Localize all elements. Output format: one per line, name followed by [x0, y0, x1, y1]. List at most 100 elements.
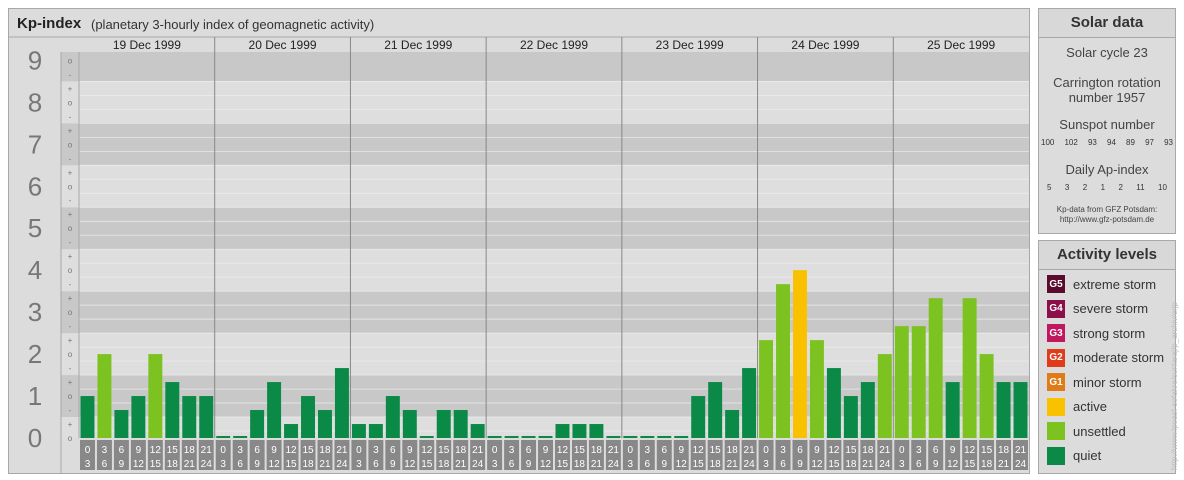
- level-label: moderate storm: [1073, 350, 1165, 365]
- interval-start-label: 12: [964, 445, 976, 456]
- interval-end-label: 6: [645, 459, 651, 470]
- interval-end-label: 6: [373, 459, 379, 470]
- day-label: 23 Dec 1999: [656, 38, 724, 52]
- interval-start-label: 18: [184, 445, 196, 456]
- kp-bar: [385, 396, 400, 438]
- y-minor-label: -: [69, 70, 72, 79]
- kp-bar: [267, 382, 282, 438]
- kp-bar: [334, 368, 349, 438]
- y-minor-label: +: [68, 84, 73, 93]
- y-minor-label: -: [69, 154, 72, 163]
- y-tick-label: 4: [28, 255, 42, 285]
- interval-start-label: 18: [727, 445, 739, 456]
- interval-end-label: 18: [981, 459, 993, 470]
- day-label: 19 Dec 1999: [113, 38, 181, 52]
- interval-end-label: 3: [220, 459, 226, 470]
- interval-end-label: 3: [492, 459, 498, 470]
- y-minor-label: -: [69, 280, 72, 289]
- interval-end-label: 24: [472, 459, 484, 470]
- kp-bar: [284, 424, 299, 438]
- kp-band: [61, 249, 1029, 292]
- interval-start-label: 15: [302, 445, 314, 456]
- ap-value: 2: [1118, 183, 1123, 192]
- interval-end-label: 24: [336, 459, 348, 470]
- interval-start-label: 21: [744, 445, 756, 456]
- interval-end-label: 3: [628, 459, 634, 470]
- y-minor-label: o: [68, 98, 73, 107]
- interval-start-label: 12: [828, 445, 840, 456]
- kp-bar: [742, 368, 757, 438]
- y-minor-label: +: [68, 168, 73, 177]
- interval-start-label: 12: [693, 445, 705, 456]
- kp-bar: [809, 340, 824, 438]
- kp-bar: [996, 382, 1011, 438]
- kp-bar: [877, 354, 892, 438]
- y-minor-label: -: [69, 196, 72, 205]
- interval-end-label: 15: [421, 459, 433, 470]
- interval-start-label: 18: [591, 445, 603, 456]
- day-label: 20 Dec 1999: [249, 38, 317, 52]
- interval-start-label: 6: [254, 445, 260, 456]
- kp-bar: [674, 436, 689, 438]
- level-label: unsettled: [1073, 423, 1126, 439]
- ap-value: 3: [1064, 183, 1070, 192]
- y-minor-label: +: [68, 378, 73, 387]
- source-line-2: http://www.gfz-potsdam.de: [1059, 215, 1155, 224]
- interval-end-label: 21: [319, 459, 331, 470]
- sunspot-value: 93: [1164, 138, 1173, 147]
- kp-bar: [657, 436, 672, 438]
- level-swatch: G1: [1047, 373, 1065, 391]
- kp-bar: [894, 326, 909, 438]
- interval-end-label: 12: [947, 459, 959, 470]
- activity-level-quiet: quiet: [1047, 446, 1101, 465]
- level-swatch: G2: [1047, 348, 1065, 367]
- interval-start-label: 3: [237, 445, 243, 456]
- interval-end-label: 21: [862, 459, 874, 470]
- kp-bar: [843, 396, 858, 438]
- activity-level-unsettled: unsettled: [1047, 422, 1126, 440]
- interval-end-label: 9: [119, 459, 125, 470]
- y-minor-label: +: [68, 336, 73, 345]
- y-tick-label: 2: [28, 339, 42, 369]
- interval-end-label: 12: [404, 459, 416, 470]
- interval-end-label: 9: [254, 459, 260, 470]
- interval-end-label: 3: [85, 459, 91, 470]
- sunspot-value: 94: [1107, 138, 1116, 147]
- y-minor-label: -: [69, 406, 72, 415]
- activity-level-strong-storm: G3 strong storm: [1047, 324, 1145, 342]
- kp-band: [61, 81, 1029, 124]
- ap-title: Daily Ap-index: [1065, 162, 1149, 177]
- interval-start-label: 3: [102, 445, 108, 456]
- y-tick-label: 3: [28, 297, 42, 327]
- interval-end-label: 21: [455, 459, 467, 470]
- kp-chart-panel: Kp-index (planetary 3-hourly index of ge…: [8, 8, 1030, 474]
- level-swatch: G5: [1047, 275, 1065, 293]
- level-swatch: G3: [1047, 324, 1065, 342]
- interval-start-label: 15: [438, 445, 450, 456]
- interval-end-label: 6: [237, 459, 243, 470]
- interval-start-label: 0: [763, 445, 769, 456]
- interval-start-label: 0: [356, 445, 362, 456]
- kp-bar: [589, 424, 604, 438]
- interval-start-label: 3: [916, 445, 922, 456]
- interval-start-label: 0: [85, 445, 91, 456]
- interval-start-label: 9: [678, 445, 684, 456]
- kp-bar: [572, 424, 587, 438]
- carrington-line-1: Carrington rotation: [1053, 75, 1161, 90]
- sunspot-value: 97: [1145, 138, 1154, 147]
- interval-start-label: 3: [780, 445, 786, 456]
- kp-bar: [182, 396, 197, 438]
- interval-start-label: 9: [407, 445, 413, 456]
- interval-start-label: 21: [1015, 445, 1027, 456]
- interval-start-label: 18: [998, 445, 1010, 456]
- interval-end-label: 9: [526, 459, 532, 470]
- kp-bar: [708, 382, 723, 438]
- interval-start-label: 3: [509, 445, 515, 456]
- y-minor-label: o: [68, 140, 73, 149]
- y-minor-label: o: [68, 266, 73, 275]
- ap-value: 11: [1136, 183, 1145, 192]
- interval-start-label: 18: [862, 445, 874, 456]
- kp-bar: [1013, 382, 1028, 438]
- y-minor-label: o: [68, 56, 73, 65]
- interval-end-label: 21: [591, 459, 603, 470]
